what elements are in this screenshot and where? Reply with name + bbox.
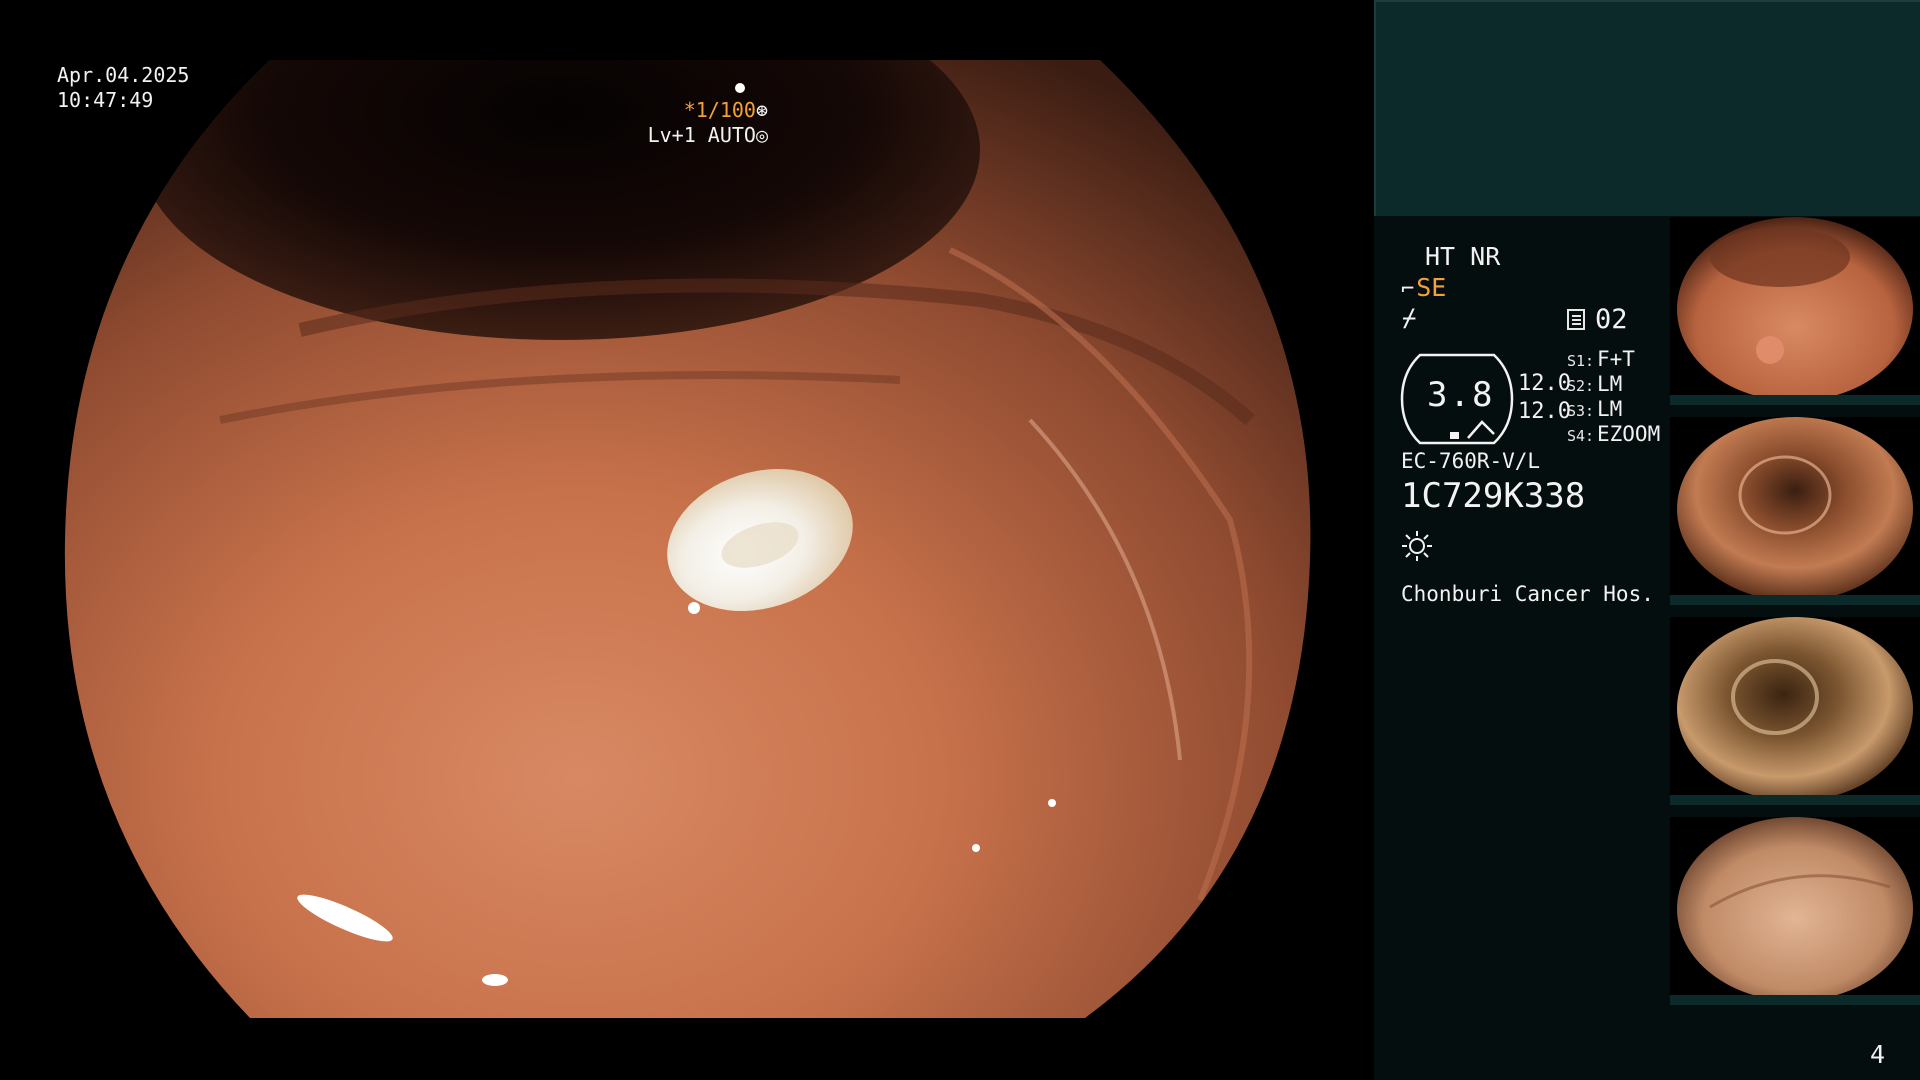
thumbnail-image <box>1677 617 1913 801</box>
zoom-value: 3.8 <box>1427 375 1495 415</box>
captured-image-2[interactable] <box>1670 417 1920 605</box>
shutter-speed: *1/100 <box>683 98 756 122</box>
switch-3-value: LM <box>1597 397 1623 421</box>
iris-icon: ◎ <box>755 123 768 147</box>
panel-header-area <box>1374 0 1920 216</box>
endoscope-live-view: Apr.04.2025 10:47:49 *1/100⊛ Lv+1 AUTO◎ <box>0 0 1374 1080</box>
thumbnail-image <box>1677 417 1913 601</box>
endoscopy-screen: Apr.04.2025 10:47:49 *1/100⊛ Lv+1 AUTO◎ HT… <box>0 0 1920 1080</box>
switch-4-value: EZOOM <box>1597 422 1661 446</box>
slash-icon: ⌿ <box>1402 304 1417 332</box>
switch-1-value: F+T <box>1597 347 1635 371</box>
hospital-name: Chonburi Cancer Hos. <box>1401 582 1654 606</box>
captured-image-1[interactable] <box>1670 217 1920 405</box>
light-source-icon <box>1402 531 1432 561</box>
structure-enhance: ⌐SE <box>1401 273 1446 302</box>
time: 10:47:49 <box>57 88 154 112</box>
switch-2-label: S2: <box>1567 377 1595 395</box>
scope-tip-icon: ⌐ <box>1401 277 1415 302</box>
setting-value-lower: 12.0 <box>1518 399 1571 424</box>
endoscope-image <box>0 0 1374 1080</box>
date-time: Apr.04.2025 10:47:49 <box>57 63 189 113</box>
thumbnail-caption-bar <box>1670 595 1920 605</box>
thumbnail-image <box>1677 817 1913 1001</box>
captured-image-4[interactable] <box>1670 817 1920 1005</box>
exposure-readout: *1/100⊛ Lv+1 AUTO◎ <box>648 98 768 148</box>
thumbnail-caption-bar <box>1670 795 1920 805</box>
aperture-icon: ⊛ <box>755 98 768 122</box>
scope-serial: 1C729K338 <box>1401 476 1586 516</box>
setting-value-upper: 12.0 <box>1518 371 1571 396</box>
thumbnail-caption-bar <box>1670 395 1920 405</box>
date: Apr.04.2025 <box>57 63 190 87</box>
thumbnail-caption-bar <box>1670 995 1920 1005</box>
thumbnail-image <box>1677 217 1913 401</box>
mode-number: 02 <box>1595 304 1628 335</box>
scope-model: EC-760R-V/L <box>1401 449 1541 473</box>
structure-enhance-label: SE <box>1416 273 1447 302</box>
exposure-mode: Lv+1 AUTO <box>647 123 756 147</box>
captured-image-3[interactable] <box>1670 617 1920 805</box>
ht-nr-label: HT NR <box>1425 242 1501 271</box>
switch-2-value: LM <box>1597 372 1623 396</box>
memory-icon <box>1567 309 1585 330</box>
switch-1-label: S1: <box>1567 352 1595 370</box>
switch-4-label: S4: <box>1567 427 1595 445</box>
switch-3-label: S3: <box>1567 402 1595 420</box>
page-number: 4 <box>1870 1040 1886 1069</box>
